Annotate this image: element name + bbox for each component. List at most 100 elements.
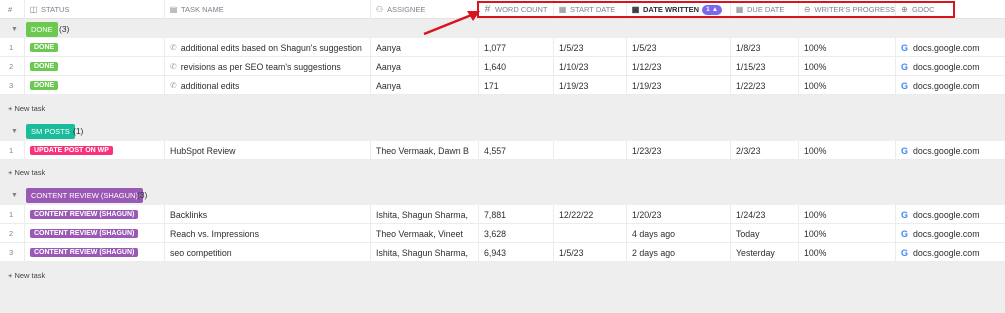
assignee-cell[interactable]: Ishita, Shagun Sharma,: [370, 243, 478, 262]
word-count-cell[interactable]: 4,557: [478, 141, 553, 160]
status-badge[interactable]: DONE: [30, 81, 59, 90]
gdoc-link[interactable]: docs.google.com: [913, 146, 980, 156]
gdoc-cell[interactable]: Gdocs.google.com: [895, 205, 1005, 224]
start-date-cell[interactable]: [553, 224, 626, 243]
assignee-cell[interactable]: Aanya: [370, 57, 478, 76]
group-header-done[interactable]: ▼ DONE (3): [0, 19, 1005, 39]
due-date-cell[interactable]: 1/24/23: [730, 205, 798, 224]
group-status-pill[interactable]: SM POSTS: [26, 123, 75, 139]
gdoc-cell[interactable]: Gdocs.google.com: [895, 224, 1005, 243]
table-row[interactable]: 1 DONE ✆ additional edits based on Shagun…: [0, 38, 1005, 57]
start-date-cell[interactable]: 12/22/22: [553, 205, 626, 224]
table-row[interactable]: 1 CONTENT REVIEW (SHAGUN) Backlinks Ishi…: [0, 205, 1005, 224]
gdoc-link[interactable]: docs.google.com: [913, 210, 980, 220]
date-written-cell[interactable]: 1/12/23: [626, 57, 730, 76]
table-row[interactable]: 1 UPDATE POST ON WP HubSpot Review Theo …: [0, 141, 1005, 160]
progress-cell[interactable]: 100%: [798, 243, 895, 262]
column-header-task-name[interactable]: ▤ TASK NAME: [164, 0, 370, 19]
word-count-cell[interactable]: 6,943: [478, 243, 553, 262]
gdoc-link[interactable]: docs.google.com: [913, 43, 980, 53]
column-header-start-date[interactable]: ▦ START DATE: [553, 0, 626, 19]
progress-cell[interactable]: 100%: [798, 141, 895, 160]
task-name[interactable]: Reach vs. Impressions: [170, 229, 259, 239]
new-task-button[interactable]: + New task: [8, 166, 45, 178]
start-date-cell[interactable]: [553, 141, 626, 160]
column-header-due-date[interactable]: ▦ DUE DATE: [730, 0, 798, 19]
collapse-caret-icon[interactable]: ▼: [11, 192, 18, 199]
gdoc-link[interactable]: docs.google.com: [913, 229, 980, 239]
gdoc-link[interactable]: docs.google.com: [913, 81, 980, 91]
collapse-caret-icon[interactable]: ▼: [11, 128, 18, 135]
gdoc-link[interactable]: docs.google.com: [913, 248, 980, 258]
column-header-writers-progress[interactable]: ⊖ WRITER'S PROGRESS: [798, 0, 895, 19]
word-count-cell[interactable]: 3,628: [478, 224, 553, 243]
status-badge[interactable]: CONTENT REVIEW (SHAGUN): [30, 229, 139, 238]
start-date-cell[interactable]: 1/19/23: [553, 76, 626, 95]
due-date-cell[interactable]: 1/8/23: [730, 38, 798, 57]
status-badge[interactable]: DONE: [30, 43, 59, 52]
sort-indicator[interactable]: 1 ▲: [702, 4, 723, 15]
word-count-cell[interactable]: 1,077: [478, 38, 553, 57]
table-row[interactable]: 2 DONE ✆ revisions as per SEO team's sugg…: [0, 57, 1005, 76]
status-cell[interactable]: CONTENT REVIEW (SHAGUN): [24, 224, 164, 243]
assignee-cell[interactable]: Aanya: [370, 76, 478, 95]
task-name[interactable]: revisions as per SEO team's suggestions: [181, 62, 341, 72]
status-badge[interactable]: CONTENT REVIEW (SHAGUN): [30, 248, 139, 257]
gdoc-cell[interactable]: Gdocs.google.com: [895, 57, 1005, 76]
group-status-pill[interactable]: CONTENT REVIEW (SHAGUN): [26, 187, 143, 203]
new-task-button[interactable]: + New task: [8, 269, 45, 281]
date-written-cell[interactable]: 4 days ago: [626, 224, 730, 243]
date-written-cell[interactable]: 2 days ago: [626, 243, 730, 262]
word-count-cell[interactable]: 7,881: [478, 205, 553, 224]
task-name[interactable]: HubSpot Review: [170, 146, 236, 156]
column-header-status[interactable]: ◫ STATUS: [24, 0, 164, 19]
date-written-cell[interactable]: 1/20/23: [626, 205, 730, 224]
due-date-cell[interactable]: 1/15/23: [730, 57, 798, 76]
task-name-cell[interactable]: ✆ revisions as per SEO team's suggestions: [164, 57, 370, 76]
gdoc-cell[interactable]: Gdocs.google.com: [895, 76, 1005, 95]
due-date-cell[interactable]: Yesterday: [730, 243, 798, 262]
status-cell[interactable]: DONE: [24, 57, 164, 76]
due-date-cell[interactable]: 1/22/23: [730, 76, 798, 95]
status-cell[interactable]: DONE: [24, 76, 164, 95]
date-written-cell[interactable]: 1/5/23: [626, 38, 730, 57]
new-task-button[interactable]: + New task: [8, 102, 45, 114]
task-name-cell[interactable]: ✆ additional edits: [164, 76, 370, 95]
status-badge[interactable]: DONE: [30, 62, 59, 71]
assignee-cell[interactable]: Ishita, Shagun Sharma,: [370, 205, 478, 224]
assignee-cell[interactable]: Theo Vermaak, Dawn B: [370, 141, 478, 160]
start-date-cell[interactable]: 1/5/23: [553, 243, 626, 262]
gdoc-cell[interactable]: Gdocs.google.com: [895, 141, 1005, 160]
column-header-word-count[interactable]: # WORD COUNT: [478, 0, 553, 19]
table-row[interactable]: 2 CONTENT REVIEW (SHAGUN) Reach vs. Impr…: [0, 224, 1005, 243]
due-date-cell[interactable]: Today: [730, 224, 798, 243]
word-count-cell[interactable]: 1,640: [478, 57, 553, 76]
task-name[interactable]: additional edits based on Shagun's sugge…: [181, 43, 362, 53]
start-date-cell[interactable]: 1/10/23: [553, 57, 626, 76]
start-date-cell[interactable]: 1/5/23: [553, 38, 626, 57]
group-status-pill[interactable]: DONE: [26, 21, 58, 37]
gdoc-link[interactable]: docs.google.com: [913, 62, 980, 72]
collapse-caret-icon[interactable]: ▼: [11, 26, 18, 33]
status-cell[interactable]: DONE: [24, 38, 164, 57]
gdoc-cell[interactable]: Gdocs.google.com: [895, 38, 1005, 57]
assignee-cell[interactable]: Aanya: [370, 38, 478, 57]
table-row[interactable]: 3 CONTENT REVIEW (SHAGUN) seo competitio…: [0, 243, 1005, 262]
task-name[interactable]: Backlinks: [170, 210, 207, 220]
status-badge[interactable]: CONTENT REVIEW (SHAGUN): [30, 210, 139, 219]
status-cell[interactable]: CONTENT REVIEW (SHAGUN): [24, 205, 164, 224]
task-name-cell[interactable]: HubSpot Review: [164, 141, 370, 160]
progress-cell[interactable]: 100%: [798, 205, 895, 224]
status-cell[interactable]: UPDATE POST ON WP: [24, 141, 164, 160]
due-date-cell[interactable]: 2/3/23: [730, 141, 798, 160]
gdoc-cell[interactable]: Gdocs.google.com: [895, 243, 1005, 262]
progress-cell[interactable]: 100%: [798, 76, 895, 95]
progress-cell[interactable]: 100%: [798, 38, 895, 57]
column-header-date-written[interactable]: ▦ DATE WRITTEN 1 ▲: [626, 0, 730, 19]
task-name-cell[interactable]: Backlinks: [164, 205, 370, 224]
progress-cell[interactable]: 100%: [798, 224, 895, 243]
task-name-cell[interactable]: Reach vs. Impressions: [164, 224, 370, 243]
progress-cell[interactable]: 100%: [798, 57, 895, 76]
task-name-cell[interactable]: seo competition: [164, 243, 370, 262]
date-written-cell[interactable]: 1/23/23: [626, 141, 730, 160]
